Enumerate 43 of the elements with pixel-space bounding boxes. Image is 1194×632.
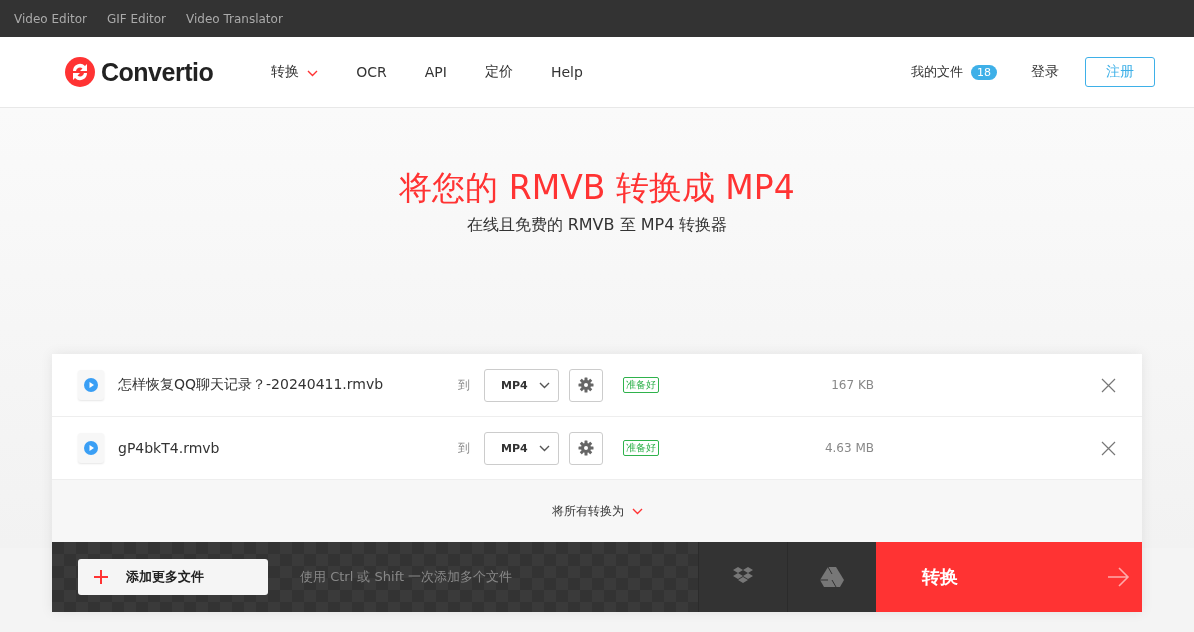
- file-size: 4.63 MB: [823, 441, 874, 455]
- to-label: 到: [458, 439, 471, 457]
- file-name: 怎样恢复QQ聊天记录？-20240411.rmvb: [118, 376, 385, 394]
- play-icon[interactable]: [78, 433, 104, 463]
- top-link[interactable]: GIF Editor: [106, 11, 167, 26]
- caret-icon: [539, 444, 550, 452]
- settings-button[interactable]: [569, 368, 603, 402]
- plus-icon: [94, 570, 108, 584]
- logo-text[interactable]: Convertio: [101, 57, 214, 87]
- drive-icon[interactable]: [820, 567, 844, 587]
- top-link[interactable]: Video Editor: [14, 11, 87, 26]
- nav-link[interactable]: OCR: [356, 63, 387, 81]
- caret-icon: [307, 70, 319, 77]
- format-dropdown[interactable]: MP4: [484, 431, 559, 465]
- top-link[interactable]: Video Translator: [186, 11, 283, 26]
- close-icon[interactable]: [1101, 440, 1116, 456]
- nav-link[interactable]: Help: [550, 63, 583, 81]
- convert-all-dropdown[interactable]: 将所有转换为: [551, 502, 624, 520]
- convert-button[interactable]: 转换: [876, 542, 1142, 612]
- add-files-button[interactable]: 添加更多文件: [78, 559, 268, 595]
- settings-button[interactable]: [569, 431, 603, 465]
- page-title: 将您的 RMVB 转换成 MP4: [399, 167, 795, 209]
- settings-icon: [578, 377, 594, 393]
- nav-link[interactable]: API: [424, 63, 447, 81]
- caret-icon: [539, 381, 550, 389]
- arrow-icon: [1108, 567, 1130, 587]
- to-label: 到: [458, 376, 471, 394]
- my-files-link[interactable]: 我的文件: [911, 63, 963, 81]
- close-icon[interactable]: [1101, 377, 1116, 393]
- login-link[interactable]: 登录: [1031, 63, 1059, 81]
- file-name: gP4bkT4.rmvb: [118, 440, 221, 456]
- status-tag: 准备好: [623, 440, 659, 456]
- page-subtitle: 在线且免费的 RMVB 至 MP4 转换器: [466, 215, 728, 236]
- settings-icon: [578, 440, 594, 456]
- status-tag: 准备好: [623, 377, 659, 393]
- logo-icon: [65, 57, 95, 87]
- file-count-badge: 18: [971, 64, 997, 80]
- nav-link[interactable]: 转换: [271, 63, 319, 81]
- nav-link[interactable]: 定价: [484, 63, 513, 81]
- caret-icon: [631, 508, 643, 515]
- play-icon[interactable]: [78, 370, 104, 400]
- file-size: 167 KB: [830, 378, 874, 392]
- format-dropdown[interactable]: MP4: [484, 368, 559, 402]
